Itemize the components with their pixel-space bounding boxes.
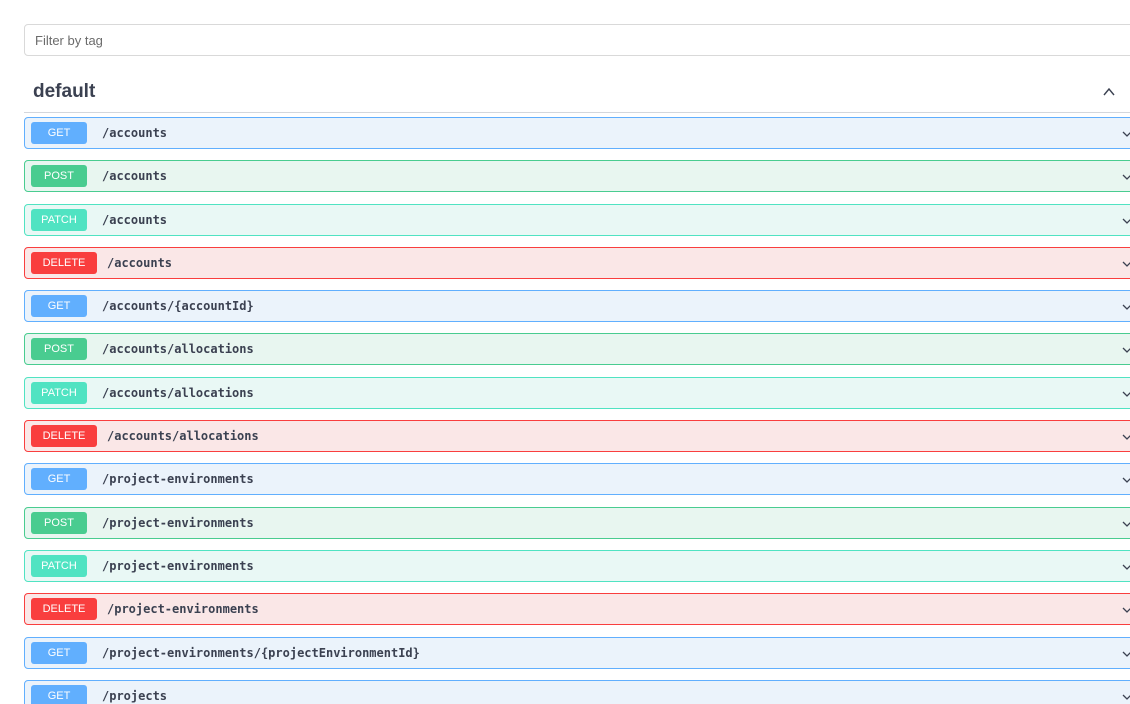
- method-badge: DELETE: [31, 598, 97, 621]
- chevron-down-icon[interactable]: [1121, 518, 1130, 530]
- method-badge: GET: [31, 641, 87, 664]
- operation-path: /accounts/allocations: [107, 429, 259, 444]
- operation-row[interactable]: DELETE /accounts/allocations: [24, 420, 1130, 453]
- operation-row[interactable]: DELETE /project-environments: [24, 593, 1130, 626]
- chevron-down-icon[interactable]: [1121, 215, 1130, 227]
- method-badge: POST: [31, 165, 87, 188]
- operation-row[interactable]: GET /projects: [24, 679, 1130, 704]
- operation-row[interactable]: POST /project-environments: [24, 506, 1130, 539]
- operation-path: /accounts: [102, 126, 168, 140]
- method-badge: DELETE: [31, 251, 97, 274]
- chevron-down-icon[interactable]: [1121, 128, 1130, 140]
- operation-path: /project-environments: [107, 602, 259, 617]
- operation-path: /project-environments/{projectEnvironmen…: [102, 645, 420, 660]
- chevron-down-icon[interactable]: [1121, 171, 1130, 183]
- operation-row[interactable]: PATCH /accounts: [24, 203, 1130, 236]
- chevron-down-icon[interactable]: [1121, 344, 1130, 356]
- operation-path: /accounts/allocations: [102, 342, 254, 357]
- operation-path: /project-environments: [102, 558, 254, 573]
- chevron-down-icon[interactable]: [1121, 474, 1130, 486]
- operation-row[interactable]: POST /accounts/allocations: [24, 333, 1130, 366]
- chevron-down-icon[interactable]: [1121, 388, 1130, 400]
- operations-list: GET /accounts POST /accounts PATCH /acco…: [24, 117, 1130, 704]
- filter-by-tag-input[interactable]: [24, 24, 1130, 56]
- operation-row[interactable]: POST /accounts: [24, 160, 1130, 193]
- operation-path: /project-environments: [102, 472, 254, 487]
- chevron-down-icon[interactable]: [1121, 648, 1130, 660]
- chevron-down-icon[interactable]: [1121, 258, 1130, 270]
- method-badge: GET: [31, 468, 87, 491]
- operation-row[interactable]: GET /project-environments: [24, 463, 1130, 496]
- operation-row[interactable]: GET /accounts: [24, 117, 1130, 149]
- operation-path: /accounts/{accountId}: [102, 299, 254, 314]
- method-badge: PATCH: [31, 381, 87, 404]
- operation-row[interactable]: GET /accounts/{accountId}: [24, 290, 1130, 323]
- operation-path: /accounts: [107, 255, 173, 270]
- method-badge: GET: [31, 295, 87, 318]
- method-badge: PATCH: [31, 554, 87, 577]
- operation-path: /accounts: [102, 212, 168, 227]
- method-badge: GET: [31, 684, 87, 704]
- operation-row[interactable]: GET /project-environments/{projectEnviro…: [24, 636, 1130, 669]
- method-badge: PATCH: [31, 208, 87, 231]
- chevron-down-icon[interactable]: [1121, 604, 1130, 616]
- operation-row[interactable]: DELETE /accounts: [24, 246, 1130, 279]
- chevron-down-icon[interactable]: [1121, 431, 1130, 443]
- method-badge: DELETE: [31, 425, 97, 448]
- method-badge: POST: [31, 338, 87, 361]
- operation-path: /accounts/allocations: [102, 385, 254, 400]
- operation-row[interactable]: PATCH /project-environments: [24, 549, 1130, 582]
- method-badge: POST: [31, 511, 87, 534]
- chevron-up-icon[interactable]: [1101, 84, 1117, 100]
- tag-title: default: [33, 81, 96, 102]
- operation-row[interactable]: PATCH /accounts/allocations: [24, 376, 1130, 409]
- chevron-down-icon[interactable]: [1121, 301, 1130, 313]
- swagger-ui-page: default GET /accounts POST /accounts PAT…: [0, 0, 1130, 704]
- operation-path: /project-environments: [102, 515, 254, 530]
- chevron-down-icon[interactable]: [1121, 561, 1130, 573]
- operation-path: /projects: [102, 688, 168, 703]
- operation-path: /accounts: [102, 169, 168, 184]
- chevron-down-icon[interactable]: [1121, 691, 1130, 703]
- tag-section-header[interactable]: default: [24, 72, 1130, 113]
- method-badge: GET: [31, 122, 87, 144]
